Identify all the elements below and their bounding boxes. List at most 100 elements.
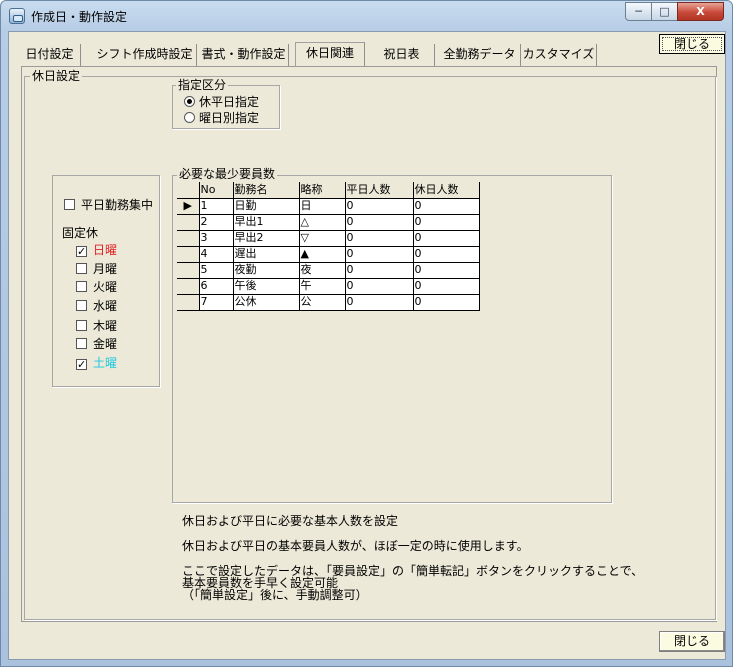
col-header-weekday-count[interactable]: 平日人数 [345,182,414,199]
cell-weekday-count[interactable]: 0 [345,262,414,279]
checkbox-label: 金曜 [93,337,118,351]
cell-holiday-count[interactable]: 0 [413,230,480,247]
cell-abbr[interactable]: ▽ [299,230,346,247]
checkbox-wednesday[interactable]: 水曜 [76,298,117,314]
designation-label: 指定区分 [176,78,229,92]
cell-abbr[interactable]: 日 [299,198,346,215]
cell-no[interactable]: 1 [199,198,234,215]
checkbox-sunday[interactable]: ✓ 日曜 [76,242,117,258]
note-line-2: 休日および平日の基本要員人数が、ほぼ一定の時に使用します。 [182,539,529,553]
cell-weekday-count[interactable]: 0 [345,278,414,295]
checkbox-label: 火曜 [93,280,118,294]
row-indicator [177,246,200,263]
checkbox[interactable] [76,300,87,311]
checkbox-label: 平日勤務集中 [81,198,154,212]
tab-customize[interactable]: カスタマイズ [521,44,597,66]
cell-duty-name[interactable]: 遅出 [233,246,300,263]
checkbox-weekday-focus[interactable]: 平日勤務集中 [64,197,153,213]
checkbox-thursday[interactable]: 木曜 [76,318,117,334]
close-button-top[interactable]: 閉じる [659,34,725,54]
cell-weekday-count[interactable]: 0 [345,214,414,231]
cell-weekday-count[interactable]: 0 [345,198,414,215]
tab-shift-creation-settings[interactable]: シフト作成時設定 [93,44,197,66]
col-header-abbr[interactable]: 略称 [299,182,346,199]
checkbox[interactable] [76,281,87,292]
col-header-no[interactable]: No [199,182,234,199]
checkbox-friday[interactable]: 金曜 [76,336,117,352]
table-row[interactable]: 7 公休 公 0 0 [177,294,480,311]
cell-duty-name[interactable]: 日勤 [233,198,300,215]
cell-holiday-count[interactable]: 0 [413,262,480,279]
grid-header-row: No 勤務名 略称 平日人数 休日人数 [177,182,480,199]
table-row[interactable]: 2 早出1 △ 0 0 [177,214,480,231]
cell-holiday-count[interactable]: 0 [413,246,480,263]
cell-weekday-count[interactable]: 0 [345,294,414,311]
checkbox[interactable] [76,320,87,331]
staff-grid[interactable]: No 勤務名 略称 平日人数 休日人数 ▶ 1 日勤 日 0 0 2 早出1 △… [177,182,480,311]
cell-no[interactable]: 2 [199,214,234,231]
radio-button[interactable] [184,112,195,123]
minimize-button[interactable]: ─ [625,2,652,21]
close-window-button[interactable]: X [677,2,724,21]
cell-no[interactable]: 3 [199,230,234,247]
cell-no[interactable]: 6 [199,278,234,295]
cell-holiday-count[interactable]: 0 [413,214,480,231]
maximize-button[interactable]: □ [651,2,678,21]
cell-duty-name[interactable]: 早出1 [233,214,300,231]
cell-abbr[interactable]: 夜 [299,262,346,279]
window-title: 作成日・動作設定 [31,10,128,24]
row-indicator [177,294,200,311]
checkbox[interactable] [64,199,75,210]
app-icon [9,8,25,24]
checkbox-saturday[interactable]: ✓ 土曜 [76,355,117,371]
tab-public-holidays[interactable]: 祝日表 [369,44,435,66]
tab-format-behavior-settings[interactable]: 書式・動作設定 [199,44,289,66]
radio-button[interactable] [184,96,195,107]
table-row[interactable]: 4 遅出 ▲ 0 0 [177,246,480,263]
fixed-holiday-label: 固定休 [62,226,99,240]
cell-holiday-count[interactable]: 0 [413,198,480,215]
current-row-arrow-icon: ▶ [177,198,200,215]
cell-no[interactable]: 4 [199,246,234,263]
table-row[interactable]: 5 夜勤 夜 0 0 [177,262,480,279]
table-row[interactable]: 3 早出2 ▽ 0 0 [177,230,480,247]
cell-abbr[interactable]: △ [299,214,346,231]
grid-corner [177,182,200,199]
tab-holiday-related[interactable]: 休日関連 [295,42,365,66]
radio-holiday-weekday[interactable]: 休平日指定 [184,94,259,110]
cell-holiday-count[interactable]: 0 [413,278,480,295]
cell-weekday-count[interactable]: 0 [345,246,414,263]
tab-all-duty-data[interactable]: 全勤務データ [439,44,521,66]
col-header-holiday-count[interactable]: 休日人数 [413,182,480,199]
cell-no[interactable]: 5 [199,262,234,279]
checkbox[interactable] [76,338,87,349]
cell-no[interactable]: 7 [199,294,234,311]
cell-holiday-count[interactable]: 0 [413,294,480,311]
checkbox-monday[interactable]: 月曜 [76,261,117,277]
checkbox-tuesday[interactable]: 火曜 [76,279,117,295]
cell-abbr[interactable]: 公 [299,294,346,311]
table-row[interactable]: ▶ 1 日勤 日 0 0 [177,198,480,215]
checkbox[interactable] [76,263,87,274]
row-indicator [177,278,200,295]
settings-window: 作成日・動作設定 ─ □ X 日付設定 シフト作成時設定 書式・動作設定 休日関… [0,0,733,667]
cell-weekday-count[interactable]: 0 [345,230,414,247]
tab-date-settings[interactable]: 日付設定 [19,44,81,66]
checkbox[interactable]: ✓ [76,246,87,257]
checkbox-label: 土曜 [93,356,118,370]
radio-by-weekday[interactable]: 曜日別指定 [184,110,259,126]
col-header-duty-name[interactable]: 勤務名 [233,182,300,199]
close-button-bottom[interactable]: 閉じる [659,631,725,652]
title-bar[interactable]: 作成日・動作設定 ─ □ X [1,1,732,31]
note-line-1: 休日および平日に必要な基本人数を設定 [182,514,399,528]
cell-duty-name[interactable]: 午後 [233,278,300,295]
table-row[interactable]: 6 午後 午 0 0 [177,278,480,295]
checkbox-label: 水曜 [93,299,118,313]
cell-abbr[interactable]: ▲ [299,246,346,263]
cell-duty-name[interactable]: 早出2 [233,230,300,247]
checkbox[interactable]: ✓ [76,359,87,370]
cell-abbr[interactable]: 午 [299,278,346,295]
cell-duty-name[interactable]: 公休 [233,294,300,311]
cell-duty-name[interactable]: 夜勤 [233,262,300,279]
checkbox-label: 木曜 [93,319,118,333]
